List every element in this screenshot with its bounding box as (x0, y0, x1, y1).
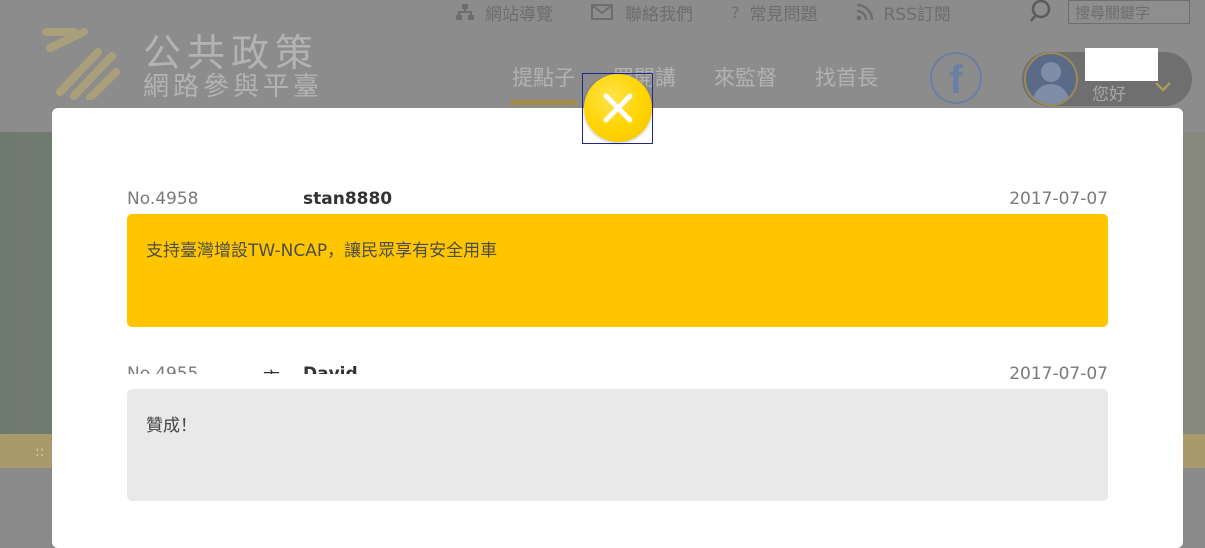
search-icon[interactable] (1030, 0, 1052, 22)
facebook-icon[interactable]: f (930, 52, 982, 104)
comment-text: 支持臺灣增設TW-NCAP，讓民眾享有安全用車 (146, 241, 498, 261)
comment-number: No.4958 (127, 189, 199, 209)
comment-date: 2017-07-07 (1009, 364, 1108, 384)
comment-text: 贊成！ (146, 416, 197, 436)
top-link-label: 常見問題 (749, 4, 818, 25)
user-greeting: 您好 (1092, 85, 1126, 105)
avatar[interactable] (1024, 52, 1078, 106)
sitemap-icon (456, 4, 474, 20)
top-link-label: RSS訂閱 (883, 4, 951, 25)
comment-body: 贊成！ (127, 389, 1108, 501)
top-link-label: 網站導覽 (485, 4, 553, 25)
top-link-faq[interactable]: ? 常見問題 (731, 0, 818, 25)
logo-icon[interactable] (40, 22, 120, 100)
nav-tab-ideas[interactable]: 提點子 (510, 62, 577, 105)
comment-date: 2017-07-07 (1009, 189, 1108, 209)
utility-links: 網站導覽 聯絡我們 ? 常見問題 RSS訂閱 (455, 0, 989, 25)
close-button[interactable] (584, 74, 652, 142)
top-link-rss[interactable]: RSS訂閱 (856, 0, 951, 25)
comment-body: 支持臺灣增設TW-NCAP，讓民眾享有安全用車 (127, 214, 1108, 327)
top-link-contact[interactable]: 聯絡我們 (591, 0, 693, 25)
band-dots: :: (35, 444, 45, 460)
user-name-redacted (1085, 48, 1158, 81)
mail-icon (591, 4, 613, 20)
chevron-down-icon[interactable] (1154, 80, 1172, 94)
logo-subtitle[interactable]: 網路參與平臺 (143, 66, 323, 103)
search-input[interactable]: 搜尋關鍵字 (1068, 0, 1190, 24)
comment-header: No.4958 stan8880 2017-07-07 (127, 189, 1108, 213)
main-nav: 提點子 眾開講 來監督 找首長 (510, 62, 916, 105)
redaction-mask (120, 374, 540, 388)
top-link-sitemap[interactable]: 網站導覽 (455, 0, 553, 25)
question-icon: ? (731, 2, 740, 22)
comment-user: stan8880 (303, 189, 393, 209)
nav-tab-monitor[interactable]: 來監督 (714, 62, 777, 92)
rss-icon (856, 3, 873, 21)
top-link-label: 聯絡我們 (625, 4, 693, 25)
close-icon (603, 93, 633, 123)
nav-tab-officials[interactable]: 找首長 (815, 62, 878, 92)
